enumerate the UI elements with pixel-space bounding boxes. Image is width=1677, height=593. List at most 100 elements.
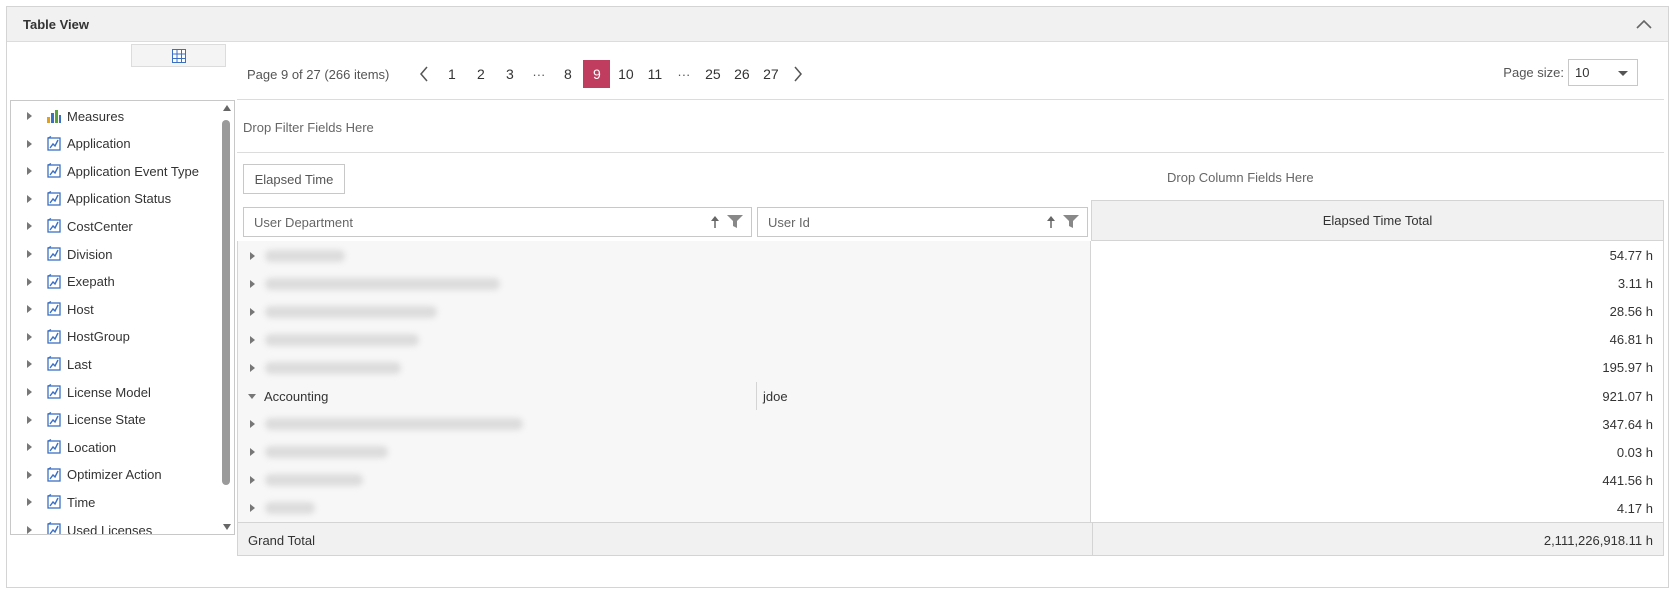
field-item-used-licenses[interactable]: Used Licenses — [11, 519, 211, 534]
page-ellipsis: ··· — [677, 66, 691, 82]
expand-arrow-icon[interactable] — [27, 167, 32, 176]
field-item-last[interactable]: Last — [11, 353, 211, 375]
elapsed-time-value: 46.81 h — [1091, 325, 1664, 355]
sort-up-arrow-icon[interactable] — [1045, 215, 1057, 229]
field-item-optimizer-action[interactable]: Optimizer Action — [11, 464, 211, 486]
expand-arrow-icon[interactable] — [27, 112, 32, 120]
scroll-up-arrow-icon[interactable] — [223, 105, 231, 111]
page-size-label: Page size: — [1503, 65, 1564, 80]
page-link-3[interactable]: 3 — [496, 60, 523, 88]
field-item-exepath[interactable]: Exepath — [11, 271, 211, 293]
expand-row-arrow-icon[interactable] — [250, 307, 255, 316]
expand-arrow-icon[interactable] — [27, 305, 32, 314]
collapse-row-arrow-icon[interactable] — [248, 393, 256, 399]
expand-arrow-icon[interactable] — [27, 194, 32, 203]
field-item-host[interactable]: Host — [11, 298, 211, 320]
table-row: 4.17 h — [237, 493, 1664, 524]
dimension-icon — [46, 135, 62, 152]
table-row: 441.56 h — [237, 465, 1664, 496]
filter-drop-area[interactable]: Drop Filter Fields Here — [237, 100, 1664, 153]
scroll-thumb[interactable] — [222, 120, 230, 485]
field-label: CostCenter — [67, 218, 133, 234]
prev-page-chevron-left-icon[interactable] — [415, 60, 433, 88]
expand-arrow-icon[interactable] — [27, 470, 32, 479]
elapsed-time-value: 921.07 h — [1091, 381, 1664, 411]
field-item-application[interactable]: Application — [11, 133, 211, 155]
field-item-license-model[interactable]: License Model — [11, 381, 211, 403]
expand-arrow-icon[interactable] — [27, 415, 32, 424]
expand-row-arrow-icon[interactable] — [250, 279, 255, 288]
page-link-27[interactable]: 27 — [757, 60, 784, 88]
page-link-9[interactable]: 9 — [583, 60, 611, 88]
dimension-icon — [46, 384, 62, 400]
row-field-user-id[interactable]: User Id — [757, 207, 1088, 237]
redacted-department — [265, 418, 523, 431]
table-row: Accounting jdoe 921.07 h — [237, 381, 1664, 412]
row-field-user-department[interactable]: User Department — [243, 207, 752, 237]
field-label: Location — [67, 439, 117, 455]
next-page-chevron-right-icon[interactable] — [789, 60, 807, 88]
field-list-scrollbar[interactable] — [219, 101, 234, 534]
filter-funnel-icon[interactable] — [727, 215, 743, 229]
data-field-elapsed-time[interactable]: Elapsed Time — [243, 164, 345, 194]
field-label: Host — [67, 301, 94, 317]
expand-row-arrow-icon[interactable] — [250, 504, 255, 513]
field-item-measures[interactable]: Measures — [11, 105, 211, 127]
table-row: 3.11 h — [237, 269, 1664, 300]
redacted-department — [265, 361, 401, 374]
page-link-11[interactable]: 11 — [641, 60, 668, 88]
column-header-elapsed-time-total[interactable]: Elapsed Time Total — [1091, 200, 1664, 241]
page-link-8[interactable]: 8 — [554, 60, 581, 88]
redacted-department — [265, 249, 345, 262]
page-link-25[interactable]: 25 — [699, 60, 726, 88]
dimension-icon — [46, 494, 62, 510]
field-list-toggle-button[interactable] — [131, 44, 226, 67]
expand-arrow-icon[interactable] — [27, 139, 32, 148]
page-list: 1 2 3 ··· 8 9 10 11 ··· 25 26 27 — [437, 60, 785, 88]
scroll-down-arrow-icon[interactable] — [223, 524, 231, 530]
grid-icon — [171, 48, 186, 63]
field-item-time[interactable]: Time — [11, 491, 211, 513]
expand-row-arrow-icon[interactable] — [250, 335, 255, 344]
page-link-1[interactable]: 1 — [438, 60, 465, 88]
expand-row-arrow-icon[interactable] — [250, 363, 255, 372]
expand-arrow-icon[interactable] — [27, 277, 32, 286]
field-item-application-status[interactable]: Application Status — [11, 188, 211, 210]
expand-arrow-icon[interactable] — [27, 222, 32, 231]
column-drop-label[interactable]: Drop Column Fields Here — [1167, 170, 1314, 185]
expand-row-arrow-icon[interactable] — [250, 476, 255, 485]
field-item-division[interactable]: Division — [11, 243, 211, 265]
expand-arrow-icon[interactable] — [27, 360, 32, 369]
collapse-chevron-up-icon[interactable] — [1634, 15, 1654, 35]
expand-arrow-icon[interactable] — [27, 388, 32, 396]
elapsed-time-value: 3.11 h — [1091, 269, 1664, 299]
expand-row-arrow-icon[interactable] — [250, 420, 255, 429]
page-link-10[interactable]: 10 — [612, 60, 639, 88]
row-dimension-cell — [237, 465, 1091, 495]
sort-up-arrow-icon[interactable] — [709, 215, 721, 229]
dimension-icon — [46, 190, 62, 207]
expand-arrow-icon[interactable] — [27, 443, 32, 452]
expand-row-arrow-icon[interactable] — [250, 251, 255, 260]
panel-header: Table View — [7, 7, 1668, 42]
filter-funnel-icon[interactable] — [1063, 215, 1079, 229]
field-item-costcenter[interactable]: CostCenter — [11, 215, 211, 237]
measures-icon — [46, 108, 62, 124]
redacted-department — [265, 446, 388, 459]
expand-arrow-icon[interactable] — [27, 526, 32, 534]
field-item-license-state[interactable]: License State — [11, 409, 211, 431]
field-item-location[interactable]: Location — [11, 436, 211, 458]
row-dimension-cell — [237, 297, 1091, 327]
page-size-select[interactable]: 10 — [1568, 59, 1638, 86]
field-item-hostgroup[interactable]: HostGroup — [11, 326, 211, 348]
dimension-icon — [46, 328, 62, 345]
field-item-application-event-type[interactable]: Application Event Type — [11, 160, 211, 182]
expand-arrow-icon[interactable] — [27, 498, 32, 507]
pager: Page 9 of 27 (266 items) 1 2 3 ··· 8 9 10 11 ···… — [247, 59, 811, 89]
expand-row-arrow-icon[interactable] — [250, 448, 255, 457]
expand-arrow-icon[interactable] — [27, 250, 32, 258]
row-dimension-cell — [237, 353, 1091, 383]
page-link-2[interactable]: 2 — [467, 60, 494, 88]
expand-arrow-icon[interactable] — [27, 332, 32, 341]
page-link-26[interactable]: 26 — [728, 60, 755, 88]
